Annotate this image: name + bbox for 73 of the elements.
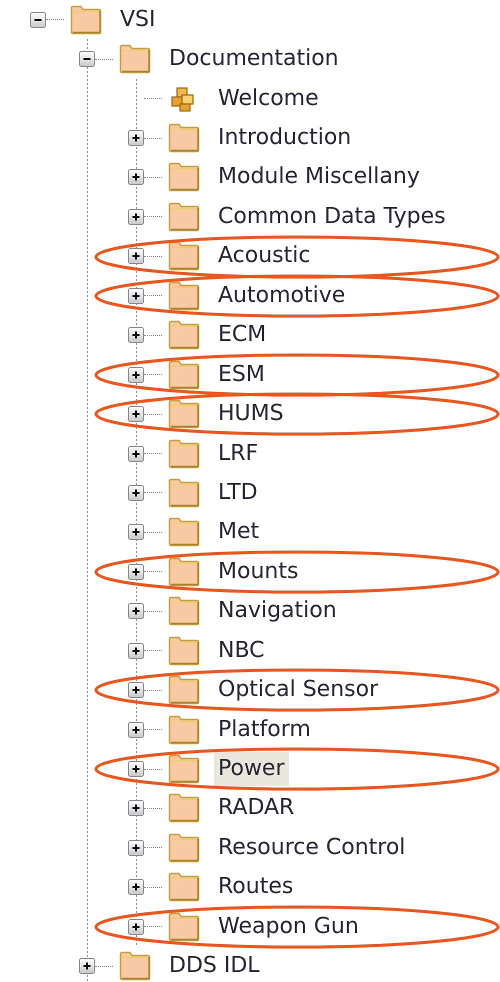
tree-item[interactable]: Resource Control — [214, 830, 410, 865]
tree-item[interactable]: LRF — [214, 436, 262, 471]
expand-icon[interactable] — [128, 446, 144, 462]
tree-item[interactable]: Weapon Gun — [214, 910, 363, 944]
tree-item[interactable]: ESM — [214, 358, 269, 392]
expand-icon[interactable] — [128, 327, 144, 344]
expand-icon[interactable] — [128, 761, 144, 778]
tree-item[interactable]: ECM — [214, 318, 270, 352]
tree-item[interactable]: Welcome — [214, 82, 323, 116]
tree-item[interactable]: Common Data Types — [214, 200, 450, 234]
folder-icon — [119, 44, 151, 74]
folder-icon — [168, 399, 200, 430]
folder-icon — [168, 517, 200, 548]
folder-icon — [168, 832, 200, 863]
folder-icon — [119, 951, 151, 982]
collapse-icon[interactable] — [30, 12, 46, 28]
tree-item[interactable]: Routes — [214, 870, 298, 904]
expand-icon[interactable] — [128, 879, 144, 896]
folder-icon — [168, 280, 200, 311]
expand-icon[interactable] — [128, 722, 144, 738]
collapse-icon[interactable] — [79, 51, 95, 68]
tree-item[interactable]: NBC — [214, 634, 269, 668]
expand-icon[interactable] — [128, 288, 144, 304]
folder-icon — [168, 202, 200, 232]
tree-item[interactable]: HUMS — [214, 397, 288, 432]
expand-icon[interactable] — [128, 366, 144, 383]
expand-icon[interactable] — [128, 524, 144, 540]
folder-icon — [168, 360, 200, 390]
tree-item[interactable]: Optical Sensor — [214, 673, 382, 708]
tree-item[interactable]: Navigation — [214, 594, 341, 628]
folder-icon — [168, 478, 200, 508]
folder-icon — [168, 596, 200, 626]
folder-icon — [70, 4, 102, 35]
expand-icon[interactable] — [128, 603, 144, 620]
expand-icon[interactable] — [128, 208, 144, 225]
expand-icon[interactable] — [128, 800, 144, 816]
folder-icon — [168, 123, 200, 154]
folder-icon — [168, 912, 200, 942]
expand-icon[interactable] — [128, 406, 144, 422]
tree-item[interactable]: RADAR — [214, 791, 298, 826]
expand-icon[interactable] — [128, 840, 144, 856]
expand-icon[interactable] — [128, 642, 144, 659]
folder-icon — [168, 162, 200, 192]
folder-icon — [168, 793, 200, 824]
expand-icon[interactable] — [128, 484, 144, 501]
tree-item[interactable]: Mounts — [214, 554, 302, 589]
expand-icon[interactable] — [79, 958, 95, 974]
expand-icon[interactable] — [128, 682, 144, 698]
tree-item[interactable]: Met — [214, 515, 264, 550]
tree-item[interactable]: Automotive — [214, 278, 350, 313]
tree-item[interactable]: Power — [214, 752, 289, 786]
expand-icon[interactable] — [128, 169, 144, 186]
folder-icon — [168, 714, 200, 745]
folder-icon — [168, 636, 200, 666]
tree-item[interactable]: VSI — [116, 2, 160, 37]
tree-item[interactable]: Module Miscellany — [214, 160, 424, 194]
folder-icon — [168, 754, 200, 784]
folder-icon — [168, 556, 200, 587]
expand-icon[interactable] — [128, 248, 144, 264]
tree-item[interactable]: DDS IDL — [165, 949, 264, 982]
tree-item[interactable]: Introduction — [214, 121, 356, 156]
folder-icon — [168, 872, 200, 902]
expand-icon[interactable] — [128, 130, 144, 146]
tree-item[interactable]: LTD — [214, 476, 262, 510]
expand-icon[interactable] — [128, 918, 144, 935]
expand-icon[interactable] — [128, 564, 144, 580]
folder-icon — [168, 320, 200, 350]
tree-item[interactable]: Platform — [214, 712, 315, 747]
tree-item[interactable]: Documentation — [165, 42, 343, 76]
folder-icon — [168, 438, 200, 469]
folder-icon — [168, 675, 200, 706]
folder-icon — [168, 241, 200, 272]
tree-item[interactable]: Acoustic — [214, 239, 314, 274]
